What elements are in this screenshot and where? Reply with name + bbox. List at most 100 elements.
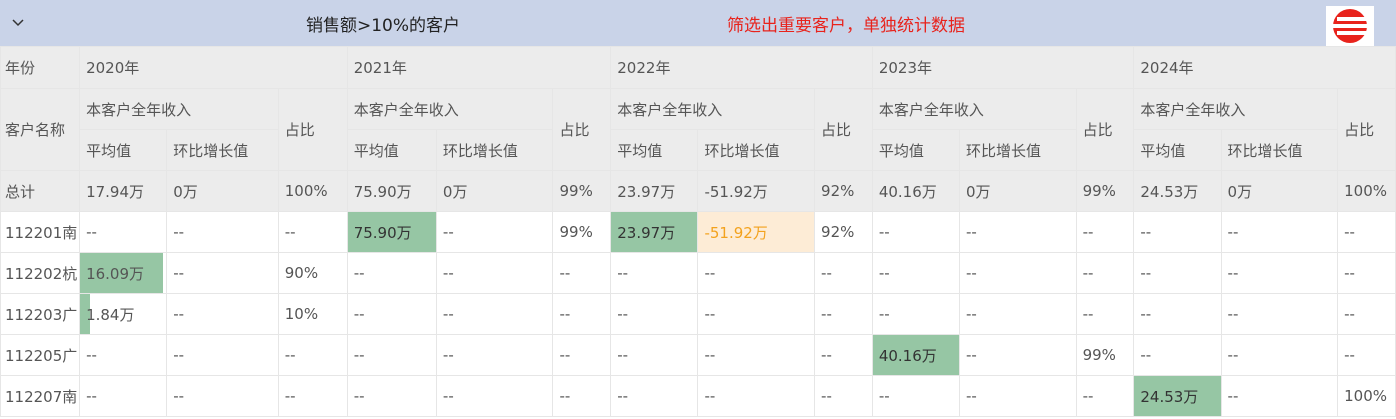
- data-cell: --: [814, 252, 873, 294]
- data-cell: --: [959, 293, 1077, 335]
- total-cell: 99%: [552, 170, 612, 212]
- data-cell: --: [814, 334, 873, 376]
- data-cell: --: [346, 252, 437, 294]
- data-cell: --: [959, 252, 1077, 294]
- data-cell: --: [1133, 293, 1222, 335]
- income-group-header: 本客户全年收入: [610, 88, 816, 130]
- data-cell: -51.92万: [697, 211, 816, 253]
- average-header: 平均值: [610, 129, 699, 171]
- data-cell: 24.53万: [1133, 375, 1222, 417]
- data-cell: --: [1220, 375, 1339, 417]
- data-cell: 99%: [1075, 334, 1135, 376]
- data-cell: --: [277, 375, 348, 417]
- data-cell: --: [697, 293, 816, 335]
- data-cell: --: [552, 252, 612, 294]
- year-header-row: 年份 2020年 2021年 2022年 2023年 2024年: [0, 46, 1396, 89]
- data-cell: 90%: [277, 252, 348, 294]
- total-cell: 0万: [1220, 170, 1339, 212]
- total-cell: 100%: [277, 170, 348, 212]
- table-row[interactable]: 112205广 -- -- -- -- -- -- -- -- -- 40.16万 -- 99% -- --…: [0, 334, 1396, 376]
- data-cell: --: [814, 293, 873, 335]
- share-header: 占比: [1075, 88, 1135, 171]
- data-cell: --: [697, 334, 816, 376]
- data-cell: --: [79, 375, 168, 417]
- data-cell: --: [552, 334, 612, 376]
- table-row[interactable]: 112207南 -- -- -- -- -- -- -- -- -- -- -- -- 24.53万 -- 1…: [0, 375, 1396, 417]
- row-header-label: 年份: [0, 46, 81, 89]
- average-header: 平均值: [79, 129, 168, 171]
- income-group-header: 本客户全年收入: [346, 88, 554, 130]
- growth-header: 环比增长值: [166, 129, 279, 171]
- data-cell: --: [166, 334, 279, 376]
- data-cell: --: [959, 211, 1077, 253]
- data-cell: 16.09万: [79, 252, 168, 294]
- data-cell: --: [1075, 293, 1135, 335]
- total-cell: 40.16万: [871, 170, 961, 212]
- data-cell: --: [166, 211, 279, 253]
- collapse-button[interactable]: [4, 8, 32, 36]
- header-bar: 销售额>10%的客户 筛选出重要客户，单独统计数据: [0, 0, 1396, 46]
- metric-header-row: 客户名称 本客户全年收入 占比 本客户全年收入 占比 本客户全年收入 占比 本客户全年收入 占比…: [0, 88, 1396, 171]
- year-header: 2024年: [1133, 46, 1396, 89]
- data-cell: --: [277, 334, 348, 376]
- data-cell: --: [697, 252, 816, 294]
- data-cell: --: [166, 252, 279, 294]
- data-cell: 99%: [552, 211, 612, 253]
- total-cell: 75.90万: [346, 170, 437, 212]
- logo-icon: [1326, 6, 1374, 46]
- data-cell: --: [1220, 334, 1339, 376]
- data-cell: --: [610, 293, 699, 335]
- growth-header: 环比增长值: [1220, 129, 1339, 171]
- income-group-header: 本客户全年收入: [1133, 88, 1339, 130]
- total-cell: 99%: [1075, 170, 1135, 212]
- total-cell: 100%: [1337, 170, 1396, 212]
- customer-name: 112205广: [0, 334, 81, 376]
- data-cell: --: [1337, 334, 1396, 376]
- submetric-header-row: 平均值 环比增长值 平均值 环比增长值 平均值 环比增长值 平均值 环比增长值 平均值 环比增长值: [1, 129, 1396, 171]
- year-header: 2021年: [346, 46, 612, 89]
- total-cell: 0万: [959, 170, 1077, 212]
- customer-name: 112201南: [0, 211, 81, 253]
- total-row: 总计 17.94万 0万 100% 75.90万 0万 99% 23.97万 -51.92万 92…: [0, 170, 1396, 212]
- data-cell: --: [1337, 293, 1396, 335]
- data-cell: --: [1337, 211, 1396, 253]
- average-header: 平均值: [346, 129, 437, 171]
- cell-value: 1.84万: [86, 305, 135, 324]
- growth-header: 环比增长值: [697, 129, 816, 171]
- data-cell: --: [610, 334, 699, 376]
- data-cell: 92%: [814, 211, 873, 253]
- total-cell: -51.92万: [697, 170, 816, 212]
- data-cell: --: [1337, 252, 1396, 294]
- total-cell: 0万: [166, 170, 279, 212]
- data-cell: --: [1075, 252, 1135, 294]
- data-cell: --: [959, 375, 1077, 417]
- average-header: 平均值: [1133, 129, 1222, 171]
- customer-name: 112203广: [0, 293, 81, 335]
- report-note: 筛选出重要客户，单独统计数据: [727, 16, 965, 36]
- data-cell: --: [1220, 211, 1339, 253]
- data-cell: --: [1220, 293, 1339, 335]
- data-cell: --: [697, 375, 816, 417]
- table-row[interactable]: 112203广 1.84万 -- 10% -- -- -- -- -- -- -- -- -- -- -- -…: [0, 293, 1396, 335]
- data-cell: --: [435, 375, 554, 417]
- data-cell: --: [814, 375, 873, 417]
- total-cell: 23.97万: [610, 170, 699, 212]
- data-cell: --: [435, 293, 554, 335]
- data-cell: 75.90万: [346, 211, 437, 253]
- data-cell: --: [166, 375, 279, 417]
- share-header: 占比: [814, 88, 873, 171]
- income-group-header: 本客户全年收入: [79, 88, 279, 130]
- total-cell: 92%: [814, 170, 873, 212]
- data-cell: --: [1220, 252, 1339, 294]
- income-group-header: 本客户全年收入: [871, 88, 1077, 130]
- total-label: 总计: [0, 170, 81, 212]
- share-header: 占比: [277, 88, 348, 171]
- table-row[interactable]: 112202杭 16.09万 -- 90% -- -- -- -- -- -- -- -- -- -- --…: [0, 252, 1396, 294]
- data-table: 年份 2020年 2021年 2022年 2023年 2024年 客户名称 本客户全年收入 占比…: [0, 46, 1396, 417]
- table-row[interactable]: 112201南 -- -- -- 75.90万 -- 99% 23.97万 -51.92万 92%…: [0, 211, 1396, 253]
- total-cell: 0万: [435, 170, 554, 212]
- data-cell: --: [871, 375, 961, 417]
- report-title: 销售额>10%的客户: [306, 16, 461, 36]
- data-cell: --: [552, 293, 612, 335]
- growth-header: 环比增长值: [435, 129, 554, 171]
